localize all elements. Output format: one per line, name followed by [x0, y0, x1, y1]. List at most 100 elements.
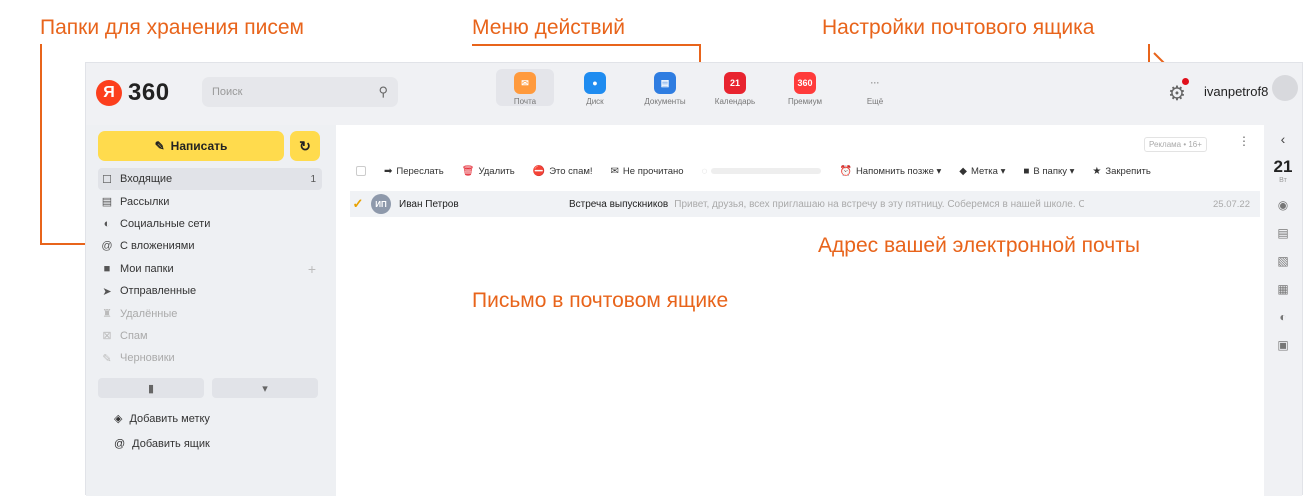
add-mailbox-link[interactable]: @ Добавить ящик [114, 431, 210, 456]
notes-icon[interactable]: ▤ [1277, 226, 1288, 240]
toolbar-forward-button[interactable]: ➡ Переслать [384, 166, 444, 177]
app-label: Календарь [714, 97, 756, 106]
compose-button[interactable]: ✎ Написать [98, 131, 284, 161]
label-icon: ◆ [959, 165, 967, 177]
sidebar-item-inbox[interactable]: ☐ Входящие 1 [98, 168, 322, 191]
tasks-icon[interactable]: ▧ [1277, 254, 1288, 268]
toolbar-label: Удалить [478, 165, 515, 177]
sidebar-item-trash[interactable]: ♜ Удалённые [98, 302, 322, 324]
newsletters-icon: ▤ [101, 196, 113, 209]
telemost-icon[interactable]: ◉ [1278, 198, 1288, 212]
app-more[interactable]: ··· Ещё [846, 69, 904, 106]
refresh-button[interactable]: ↻ [290, 131, 320, 161]
search-input[interactable]: Поиск ⚲ [202, 77, 398, 107]
sidebar-item-social[interactable]: ◐ Социальные сети [98, 213, 322, 235]
sidebar-item-label: Мои папки [120, 262, 174, 275]
toolbar-label-button[interactable]: ◆ Метка ▾ [959, 166, 1005, 177]
ad-badge[interactable]: Реклама • 16+ [1144, 137, 1207, 152]
sidebar-item-sent[interactable]: ➤ Отправленные [98, 280, 322, 302]
disabled-action-placeholder [711, 168, 822, 174]
annotation-folders: Папки для хранения писем [40, 16, 304, 39]
toolbar-disabled-action-button[interactable]: ◌ [702, 166, 822, 177]
app-label: Ещё [866, 97, 884, 106]
annotation-line [1148, 44, 1150, 64]
disk-icon: ● [584, 72, 606, 94]
app-switcher: ✉ Почта ● Диск ▤ Документы 21 Календарь 360 Преми… [496, 69, 904, 106]
collapse-panel-icon[interactable]: ‹ [1281, 131, 1286, 147]
folder-list: ☐ Входящие 1 ▤ Рассылки ◐ Социальные сети @ С вл… [98, 168, 322, 370]
sidebar-item-drafts[interactable]: ✎ Черновики [98, 347, 322, 369]
app-calendar[interactable]: 21 Календарь [706, 69, 764, 106]
panel-settings-icon[interactable]: ▣ [1277, 338, 1288, 352]
premium-icon: 360 [794, 72, 816, 94]
app-premium[interactable]: 360 Премиум [776, 69, 834, 106]
email-row[interactable]: ✓ ИП Иван Петров Встреча выпускников При… [350, 191, 1260, 217]
search-icon[interactable]: ⚲ [378, 84, 388, 100]
top-bar: Я 360 Поиск ⚲ ✉ Почта ● Диск ▤ Документы 21 Кал… [86, 63, 1302, 125]
toolbar-label: Закрепить [1105, 165, 1151, 177]
app-disk[interactable]: ● Диск [566, 69, 624, 106]
toolbar-spam-mark-button[interactable]: ⛔ Это спам! [533, 166, 593, 177]
unread-icon: ✉ [610, 165, 619, 177]
email-date: 25.07.22 [1213, 198, 1250, 210]
attachment-icon: @ [101, 240, 113, 253]
toolbar-remind-button[interactable]: ⏰ Напомнить позже ▾ [839, 166, 941, 177]
grid-icon[interactable]: ▦ [1277, 282, 1288, 296]
username[interactable]: ivanpetrof8 [1204, 84, 1268, 99]
app-label: Документы [644, 97, 686, 106]
pin-icon: ★ [1092, 165, 1102, 177]
mail-icon: ✉ [514, 72, 536, 94]
sidebar-item-label: Социальные сети [120, 217, 211, 230]
sent-icon: ➤ [102, 285, 112, 298]
annotation-settings: Настройки почтового ящика [822, 16, 1095, 39]
social-icon: ◐ [103, 217, 111, 230]
folder-toggle-row: ▮ ▾ [98, 378, 318, 398]
sidebar-item-spam[interactable]: ⊠ Спам [98, 325, 322, 347]
refresh-icon: ↻ [299, 137, 311, 154]
yandex-360-logo[interactable]: Я 360 [96, 79, 170, 107]
selected-check-icon[interactable]: ✓ [350, 196, 366, 212]
email-sender: Иван Петров [399, 198, 459, 210]
sidebar-item-folder[interactable]: ■ Мои папки + [98, 258, 322, 280]
more-menu-icon[interactable]: ⋮ [1238, 134, 1250, 148]
toolbar-delete-button[interactable]: 🗑 Удалить [462, 166, 515, 177]
compose-icon: ✎ [154, 139, 165, 153]
calendar-day[interactable]: 21 [1274, 157, 1293, 177]
sidebar: ✎ Написать ↻ ☐ Входящие 1 ▤ Рассылки ◐ Социаль… [86, 125, 336, 496]
toolbar-pin-button[interactable]: ★ Закрепить [1092, 166, 1150, 177]
annotation-letter: Письмо в почтовом ящике [472, 289, 729, 312]
toolbar-label: В папку ▾ [1033, 165, 1075, 177]
add-folder-icon[interactable]: + [308, 261, 316, 277]
spam-mark-icon: ⛔ [532, 165, 546, 177]
sidebar-item-label: С вложениями [120, 240, 195, 253]
sidebar-item-newsletters[interactable]: ▤ Рассылки [98, 190, 322, 212]
annotation-line [472, 44, 700, 46]
action-toolbar: ➡ Переслать 🗑 Удалить ⛔ Это спам! ✉ Не прочитан… [336, 155, 1264, 187]
email-subject: Встреча выпускников [569, 198, 669, 210]
add-label-link[interactable]: ◈ Добавить метку [114, 406, 210, 431]
expand-toggle-button[interactable]: ▾ [212, 378, 318, 398]
annotation-email-address: Адрес вашей электронной почты [818, 234, 1140, 257]
sidebar-item-label: Спам [120, 329, 148, 342]
sidebar-item-label: Удалённые [120, 307, 178, 320]
spam-icon: ⊠ [102, 330, 112, 343]
search-placeholder: Поиск [212, 86, 243, 98]
app-label: Почта [513, 97, 537, 106]
app-documents[interactable]: ▤ Документы [636, 69, 694, 106]
avatar[interactable] [1272, 75, 1298, 101]
inbox-icon: ☐ [102, 173, 112, 186]
move-folder-icon: ■ [1023, 165, 1030, 177]
contrast-icon[interactable]: ◐ [1279, 310, 1286, 324]
app-mail[interactable]: ✉ Почта [496, 69, 554, 106]
more-icon: ··· [864, 72, 886, 94]
delete-icon: 🗑 [461, 165, 475, 177]
bookmark-toggle-button[interactable]: ▮ [98, 378, 204, 398]
select-all-checkbox[interactable] [356, 166, 366, 176]
toolbar-unread-button[interactable]: ✉ Не прочитано [611, 166, 684, 177]
sidebar-item-label: Входящие [120, 173, 173, 186]
sidebar-item-attachment[interactable]: @ С вложениями [98, 235, 322, 257]
sidebar-item-label: Отправленные [120, 285, 197, 298]
add-label-text: Добавить метку [129, 412, 210, 425]
toolbar-move-folder-button[interactable]: ■ В папку ▾ [1023, 166, 1074, 177]
toolbar-label: Это спам! [549, 165, 593, 177]
